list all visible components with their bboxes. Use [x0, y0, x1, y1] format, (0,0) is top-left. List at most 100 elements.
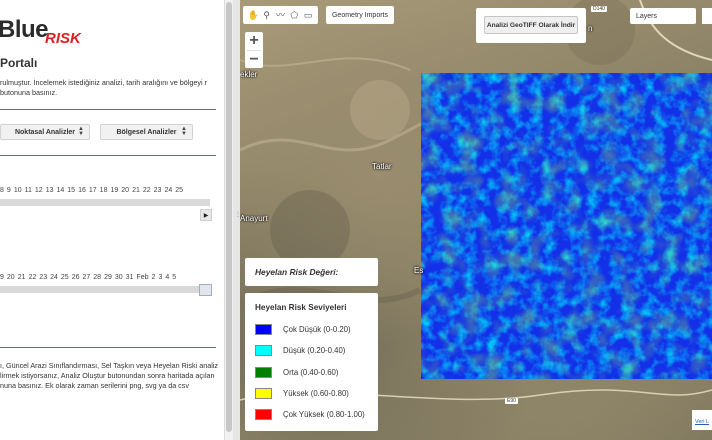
polyline-icon[interactable]: 〰 — [275, 10, 285, 20]
tick-label: 11 — [24, 187, 32, 194]
tick-label: 22 — [142, 187, 151, 194]
geometry-imports-button[interactable]: Geometry Imports — [326, 6, 394, 24]
tick-label: 26 — [71, 274, 80, 281]
tick-label: 23 — [153, 187, 162, 194]
legend-label: Orta (0.40-0.60) — [283, 368, 339, 377]
tick-label: 17 — [88, 187, 97, 194]
regional-analysis-select[interactable]: Bölgesel Analizler ▲ ▼ — [100, 124, 193, 140]
divider — [0, 155, 216, 156]
tick-label: 18 — [99, 187, 108, 194]
place-label-anayurt: Anayurt — [240, 214, 268, 223]
description-text: ı, Güncel Arazi Sınıflandırması, Sel Taş… — [0, 361, 218, 390]
slider-handle[interactable] — [199, 284, 212, 296]
legend-heading: Heyelan Risk Seviyeleri — [255, 303, 347, 312]
tick-label: 19 — [110, 187, 119, 194]
scroll-thumb[interactable] — [226, 2, 232, 432]
legend-label: Yüksek (0.60-0.80) — [283, 389, 349, 398]
play-icon: ▶ — [203, 212, 209, 219]
tick-label: 2 — [151, 274, 156, 281]
road-badge-d140: D140 — [591, 6, 607, 12]
rectangle-icon[interactable]: ▭ — [303, 10, 313, 20]
panel-scrollbar[interactable] — [224, 0, 233, 440]
tick-label: 27 — [82, 274, 91, 281]
download-geotiff-button[interactable]: Analizi GeoTIFF Olarak İndir — [484, 16, 578, 34]
tick-label: 24 — [50, 274, 58, 281]
polygon-icon[interactable]: ⬠ — [289, 10, 299, 20]
legend-swatch — [255, 409, 272, 420]
tick-label: 8 — [0, 187, 4, 194]
tick-label: 28 — [93, 274, 102, 281]
legend-swatch — [255, 367, 272, 378]
page-title: Portalı — [0, 56, 38, 70]
zoom-control: + − — [245, 32, 263, 68]
legend-label: Çok Yüksek (0.80-1.00) — [283, 410, 365, 419]
tick-label: 31 — [125, 274, 134, 281]
timeline-slider-start[interactable] — [0, 199, 210, 206]
tick-label: 15 — [67, 187, 76, 194]
legend-item: Orta (0.40-0.60) — [255, 366, 338, 379]
left-panel: Blue RISK Portalı rulmuştur. İncelemek i… — [0, 0, 224, 440]
tick-label: 14 — [56, 187, 65, 194]
legend-item: Çok Düşük (0-0.20) — [255, 323, 351, 336]
place-label-n: n — [588, 24, 593, 33]
updown-chevron-icon: ▲ ▼ — [78, 126, 84, 137]
timeline-ticks-end: 9 20 21 22 23 24 25 26 27 28 29 30 31 Feb 2 3 4 5 — [0, 274, 214, 281]
risk-value-box: Heyelan Risk Değeri: — [245, 258, 378, 286]
legend-item: Yüksek (0.60-0.80) — [255, 387, 349, 400]
point-analysis-select[interactable]: Noktasal Analizler ▲ ▼ — [0, 124, 90, 140]
divider — [0, 347, 216, 348]
intro-text: rulmuştur. İncelemek istediğiniz analizi… — [0, 78, 207, 97]
hand-icon[interactable]: ✋ — [248, 10, 259, 20]
marker-icon[interactable]: ⚲ — [262, 10, 272, 20]
tick-label: 30 — [114, 274, 123, 281]
layers-button[interactable]: Layers — [630, 8, 696, 24]
tick-label: 20 — [121, 187, 130, 194]
zoom-in-button[interactable]: + — [245, 32, 263, 50]
tick-label: 23 — [39, 274, 48, 281]
tick-label: 20 — [6, 274, 15, 281]
tick-label: 24 — [164, 187, 173, 194]
legend-item: Çok Yüksek (0.80-1.00) — [255, 408, 365, 421]
drawing-toolbar: ✋ ⚲ 〰 ⬠ ▭ — [243, 6, 318, 24]
tick-label: 16 — [78, 187, 86, 194]
zoom-out-button[interactable]: − — [245, 51, 263, 69]
place-label-es: Es — [414, 266, 424, 275]
place-label-ekler: ekler — [240, 70, 258, 79]
logo-accent: RISK — [45, 30, 81, 47]
updown-chevron-icon: ▲ ▼ — [181, 126, 187, 137]
tick-label: 21 — [132, 187, 140, 194]
tick-label: 4 — [165, 274, 170, 281]
point-analysis-select-label: Noktasal Analizler — [14, 128, 76, 136]
legend-swatch — [255, 345, 272, 356]
tick-label: 9 — [6, 187, 11, 194]
tick-label: 9 — [0, 274, 4, 281]
legend-label: Düşük (0.20-0.40) — [283, 346, 346, 355]
tick-label: 10 — [13, 187, 22, 194]
tick-label: 21 — [17, 274, 26, 281]
tick-label: 12 — [34, 187, 43, 194]
legend-swatch — [255, 388, 272, 399]
timeline-ticks-start: 8 9 10 11 12 13 14 15 16 17 18 19 20 21 22 23 24 25 — [0, 187, 214, 194]
road-badge-e90: E90 — [505, 398, 518, 404]
regional-analysis-select-label: Bölgesel Analizler — [116, 128, 177, 136]
divider — [0, 109, 216, 110]
play-button[interactable]: ▶ — [200, 209, 212, 221]
landslide-risk-raster — [421, 73, 712, 379]
legend-label: Çok Düşük (0-0.20) — [283, 325, 351, 334]
place-label-tatlar: Tatlar — [372, 162, 392, 171]
tick-label: 29 — [104, 274, 112, 281]
tick-label: 25 — [175, 187, 184, 194]
data-link[interactable]: Veri L — [692, 410, 712, 430]
tick-label: 22 — [28, 274, 37, 281]
tick-label: Feb — [136, 274, 149, 281]
tick-label: 13 — [45, 187, 54, 194]
tick-label: 25 — [60, 274, 69, 281]
splitter-grip-icon[interactable]: ⋮ — [235, 212, 241, 226]
legend-item: Düşük (0.20-0.40) — [255, 344, 345, 357]
timeline-slider-end[interactable] — [0, 286, 210, 293]
tick-label: 3 — [158, 274, 163, 281]
logo-text: Blue — [0, 16, 49, 43]
risk-legend: Heyelan Risk Seviyeleri Çok Düşük (0-0.2… — [245, 293, 378, 431]
map-type-button[interactable] — [702, 8, 712, 24]
tick-label: 5 — [172, 274, 177, 281]
